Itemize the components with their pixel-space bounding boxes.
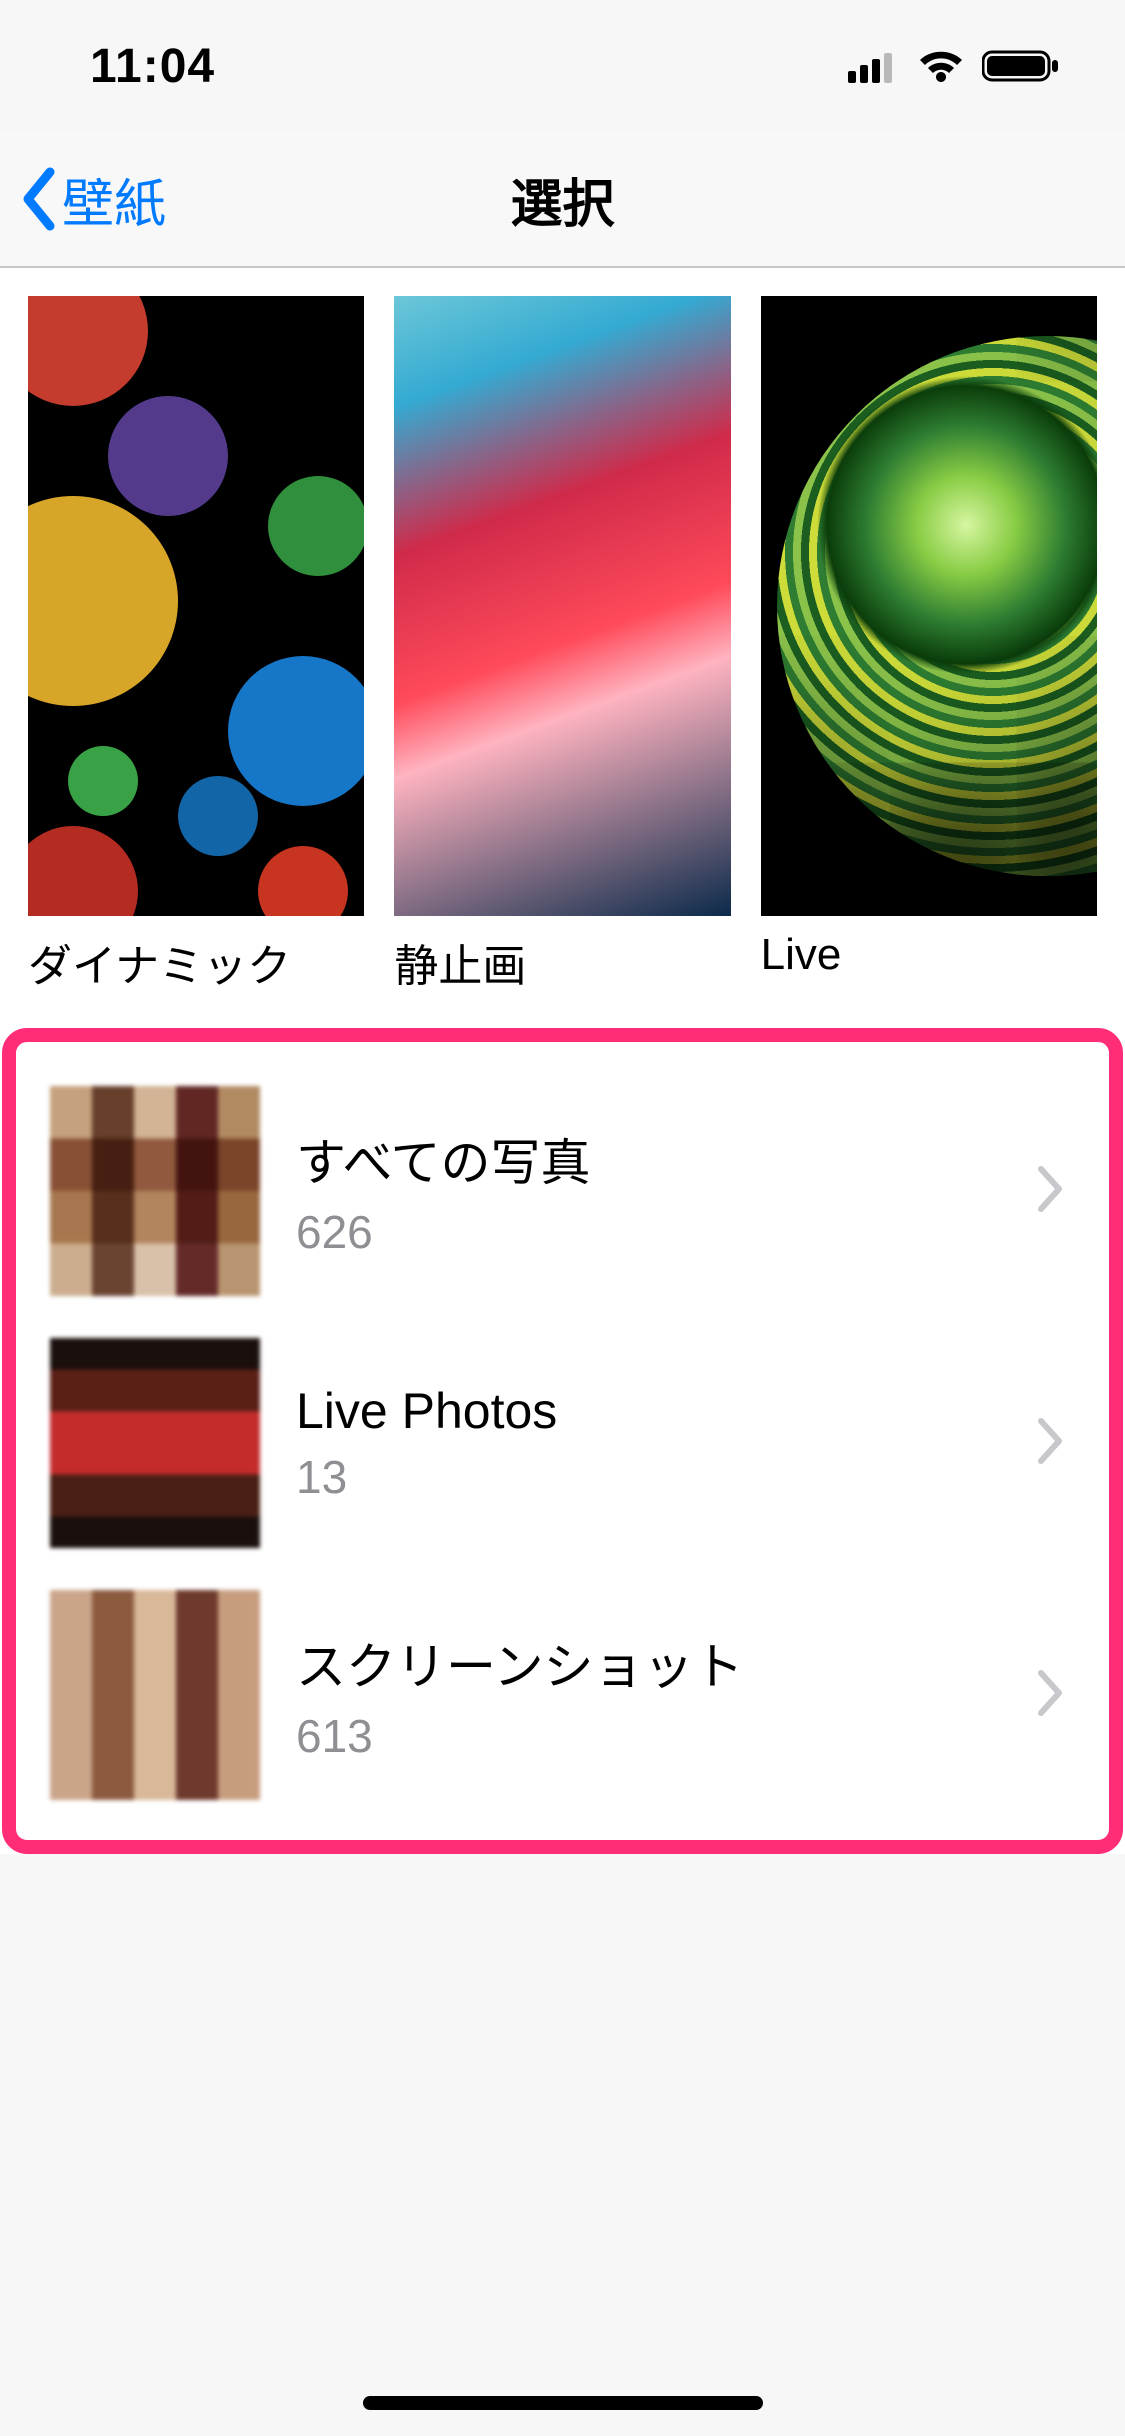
battery-icon	[982, 48, 1060, 84]
album-row-screenshots[interactable]: スクリーンショット 613	[26, 1580, 1099, 1810]
status-icons	[848, 48, 1060, 84]
wallpaper-category-dynamic[interactable]: ダイナミック	[28, 296, 364, 1018]
status-bar: 11:04	[0, 0, 1125, 132]
album-title: すべての写真	[296, 1123, 999, 1195]
album-count: 13	[296, 1450, 999, 1504]
wallpaper-category-label: Live	[761, 916, 1097, 1004]
album-row-all-photos[interactable]: すべての写真 626	[26, 1076, 1099, 1328]
album-title: Live Photos	[296, 1382, 999, 1440]
wallpaper-category-row: ダイナミック 静止画 Live	[0, 268, 1125, 1028]
album-count: 613	[296, 1709, 999, 1763]
chevron-right-icon	[1035, 1417, 1075, 1470]
chevron-right-icon	[1035, 1165, 1075, 1218]
page-title: 選択	[510, 162, 614, 237]
home-indicator[interactable]	[363, 2396, 763, 2410]
wallpaper-category-label: 静止画	[394, 916, 730, 1018]
wallpaper-thumb-still	[394, 296, 730, 916]
album-row-live-photos[interactable]: Live Photos 13	[26, 1328, 1099, 1580]
album-text: スクリーンショット 613	[296, 1627, 999, 1763]
album-thumbnail	[50, 1338, 260, 1548]
album-thumbnail	[50, 1590, 260, 1800]
chevron-left-icon	[18, 166, 62, 232]
album-section: すべての写真 626 Live Photos 13 スクリーンショット 613	[0, 1028, 1125, 1854]
back-button[interactable]: 壁紙	[18, 132, 166, 266]
wifi-icon	[916, 48, 966, 84]
wallpaper-category-label: ダイナミック	[28, 916, 364, 1018]
album-text: Live Photos 13	[296, 1382, 999, 1504]
album-list-highlight: すべての写真 626 Live Photos 13 スクリーンショット 613	[2, 1028, 1123, 1854]
album-count: 626	[296, 1205, 999, 1259]
back-label: 壁紙	[62, 162, 166, 237]
wallpaper-category-live[interactable]: Live	[761, 296, 1097, 1018]
album-title: スクリーンショット	[296, 1627, 999, 1699]
status-time: 11:04	[90, 39, 215, 94]
nav-bar: 壁紙 選択	[0, 132, 1125, 268]
album-thumbnail	[50, 1086, 260, 1296]
cellular-icon	[848, 49, 900, 83]
chevron-right-icon	[1035, 1669, 1075, 1722]
wallpaper-category-still[interactable]: 静止画	[394, 296, 730, 1018]
wallpaper-thumb-dynamic	[28, 296, 364, 916]
wallpaper-thumb-live	[761, 296, 1097, 916]
album-text: すべての写真 626	[296, 1123, 999, 1259]
